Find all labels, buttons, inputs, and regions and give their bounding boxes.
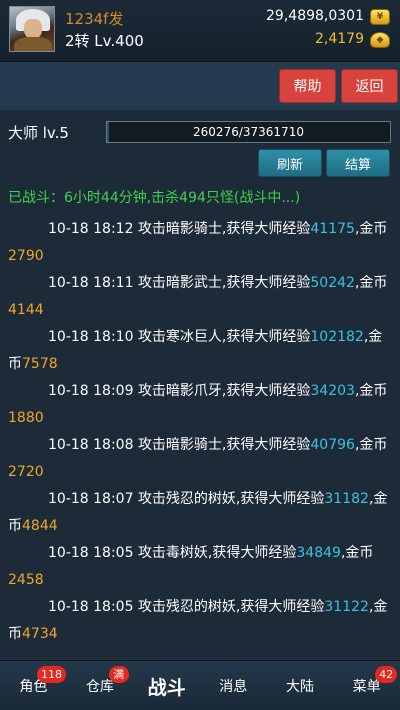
log-exp: 31182 bbox=[324, 491, 369, 507]
log-coin: 4844 bbox=[22, 518, 58, 534]
nav-continent-label: 大陆 bbox=[285, 679, 314, 695]
log-text: 攻击残忍的树妖,获得大师经验 bbox=[137, 599, 325, 615]
help-button[interactable]: 帮助 bbox=[279, 69, 336, 103]
gold-amount: 29,4898,0301 bbox=[266, 8, 364, 24]
battle-log: 10-18 18:12 攻击暗影骑士,获得大师经验41175,金币2790 10… bbox=[8, 216, 392, 648]
log-time: 10-18 18:09 bbox=[48, 383, 134, 399]
nav-menu-badge: 42 bbox=[375, 666, 398, 683]
master-level-label: 大师 lv.5 bbox=[8, 124, 69, 142]
log-time: 10-18 18:05 bbox=[48, 599, 134, 615]
log-coin: 2458 bbox=[8, 572, 44, 588]
gold-coin-icon: ¥ bbox=[370, 9, 390, 25]
log-time: 10-18 18:10 bbox=[48, 329, 134, 345]
log-coin: 2790 bbox=[8, 248, 44, 264]
ingot-icon: ◆ bbox=[370, 32, 390, 48]
action-bar: 帮助 返回 bbox=[0, 63, 400, 110]
log-exp: 41175 bbox=[310, 221, 355, 237]
log-coin: 7578 bbox=[22, 356, 58, 372]
log-coin-label: ,金币 bbox=[354, 221, 388, 237]
log-text: 攻击暗影骑士,获得大师经验 bbox=[137, 437, 311, 453]
log-text: 攻击残忍的树妖,获得大师经验 bbox=[137, 491, 325, 507]
log-time: 10-18 18:12 bbox=[48, 221, 134, 237]
settle-button[interactable]: 结算 bbox=[326, 149, 390, 177]
log-coin: 4734 bbox=[22, 626, 58, 642]
player-name: 1234f发 bbox=[65, 10, 124, 28]
nav-continent[interactable]: 大陆 bbox=[267, 661, 334, 710]
nav-menu[interactable]: 菜单 42 bbox=[333, 661, 400, 710]
log-coin: 1880 bbox=[8, 410, 44, 426]
log-coin-label: ,金币 bbox=[354, 437, 388, 453]
log-entry: 10-18 18:09 攻击暗影爪牙,获得大师经验34203,金币 1880 bbox=[8, 378, 392, 432]
log-exp: 102182 bbox=[310, 329, 364, 345]
nav-role[interactable]: 角色 118 bbox=[0, 661, 67, 710]
log-text: 攻击暗影骑士,获得大师经验 bbox=[137, 221, 311, 237]
log-exp: 40796 bbox=[310, 437, 355, 453]
log-coin-label: ,金币 bbox=[354, 275, 388, 291]
master-exp-bar: 260276/37361710 bbox=[106, 121, 391, 143]
player-level: 2转 Lv.400 bbox=[65, 32, 144, 50]
player-header: 1234f发 2转 Lv.400 29,4898,0301 ¥ 2,4179 ◆ bbox=[0, 0, 400, 62]
nav-battle[interactable]: 战斗 bbox=[133, 661, 200, 710]
log-time: 10-18 18:08 bbox=[48, 437, 134, 453]
log-time: 10-18 18:05 bbox=[48, 545, 134, 561]
nav-storage-badge: 满 bbox=[108, 666, 129, 683]
log-text: 攻击暗影爪牙,获得大师经验 bbox=[137, 383, 311, 399]
nav-battle-label: 战斗 bbox=[147, 676, 186, 699]
master-exp-text: 260276/37361710 bbox=[193, 125, 304, 139]
log-text: 攻击毒树妖,获得大师经验 bbox=[137, 545, 297, 561]
log-entry: 10-18 18:07 攻击残忍的树妖,获得大师经验31182,金币4844 bbox=[8, 486, 392, 540]
log-entry: 10-18 18:12 攻击暗影骑士,获得大师经验41175,金币 2790 bbox=[8, 216, 392, 270]
log-entry: 10-18 18:08 攻击暗影骑士,获得大师经验40796,金币 2720 bbox=[8, 432, 392, 486]
log-entry: 10-18 18:11 攻击暗影武士,获得大师经验50242,金币 4144 bbox=[8, 270, 392, 324]
log-time: 10-18 18:07 bbox=[48, 491, 134, 507]
back-button[interactable]: 返回 bbox=[341, 69, 398, 103]
bottom-nav: 角色 118 仓库 满 战斗 消息 大陆 菜单 42 bbox=[0, 660, 400, 710]
log-exp: 31122 bbox=[324, 599, 369, 615]
refresh-button[interactable]: 刷新 bbox=[258, 149, 322, 177]
log-exp: 34203 bbox=[310, 383, 355, 399]
nav-role-badge: 118 bbox=[37, 666, 66, 683]
log-text: 攻击寒冰巨人,获得大师经验 bbox=[137, 329, 311, 345]
ingot-amount: 2,4179 bbox=[315, 31, 364, 47]
log-coin-label: ,金币 bbox=[340, 545, 374, 561]
log-entry: 10-18 18:05 攻击残忍的树妖,获得大师经验31122,金币4734 bbox=[8, 594, 392, 648]
player-avatar[interactable] bbox=[9, 6, 55, 52]
battle-panel: 大师 lv.5 260276/37361710 刷新 结算 已战斗：6小时44分… bbox=[0, 110, 400, 660]
log-coin: 2720 bbox=[8, 464, 44, 480]
nav-messages-label: 消息 bbox=[219, 679, 248, 695]
log-text: 攻击暗影武士,获得大师经验 bbox=[137, 275, 311, 291]
log-exp: 50242 bbox=[310, 275, 355, 291]
log-entry: 10-18 18:10 攻击寒冰巨人,获得大师经验102182,金币7578 bbox=[8, 324, 392, 378]
log-entry: 10-18 18:05 攻击毒树妖,获得大师经验34849,金币 2458 bbox=[8, 540, 392, 594]
log-exp: 34849 bbox=[296, 545, 341, 561]
log-time: 10-18 18:11 bbox=[48, 275, 134, 291]
nav-storage[interactable]: 仓库 满 bbox=[67, 661, 134, 710]
log-coin: 4144 bbox=[8, 302, 44, 318]
nav-messages[interactable]: 消息 bbox=[200, 661, 267, 710]
log-coin-label: ,金币 bbox=[354, 383, 388, 399]
battle-status: 已战斗：6小时44分钟,击杀494只怪(战斗中...) bbox=[8, 190, 301, 206]
